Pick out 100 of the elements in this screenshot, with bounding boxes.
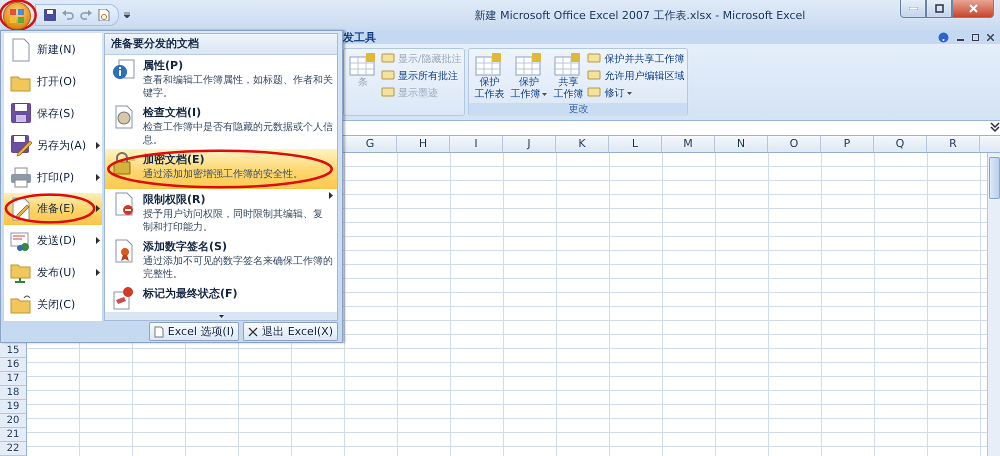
ribbon-button[interactable]: 允许用户编辑区域: [587, 68, 684, 84]
row-header[interactable]: 19: [0, 400, 26, 414]
help-icon[interactable]: [938, 32, 949, 42]
comment-icon: [381, 87, 395, 99]
minimize-icon: [908, 7, 918, 10]
footer-button[interactable]: 退出 Excel(X): [243, 322, 338, 341]
menu-item-label: 另存为(A): [37, 138, 86, 153]
floppy-pencil-icon: [10, 133, 32, 158]
menu-item-label: 准备(E): [37, 201, 75, 216]
item-description: 查看和编辑工作簿属性，如标题、作者和关键字。: [143, 74, 333, 100]
submenu-item[interactable]: 属性(P) 查看和编辑工作簿属性，如标题、作者和关键字。: [105, 55, 337, 102]
submenu-item[interactable]: 检查文档(I) 检查工作簿中是否有隐藏的元数据或个人信息。: [105, 102, 337, 149]
column-header[interactable]: P: [821, 136, 874, 152]
ribbon-tab[interactable]: 发工具: [343, 30, 376, 44]
menu-item-label: 打印(P): [37, 170, 74, 185]
row-header[interactable]: 22: [0, 442, 26, 456]
submenu-arrow-icon: [96, 174, 100, 181]
item-description: 检查工作簿中是否有隐藏的元数据或个人信息。: [143, 120, 333, 147]
item-description: 授予用户访问权限，同时限制其编辑、复制和打印能力。: [143, 208, 323, 234]
dropdown-arrow-icon: [627, 92, 632, 94]
ribbon-button[interactable]: 共享 工作簿: [551, 51, 586, 101]
sheet-lock-icon: [554, 51, 582, 77]
sheet-lock-icon: [349, 51, 377, 77]
dropdown-arrow-icon: [542, 92, 548, 96]
column-header[interactable]: R: [927, 136, 980, 152]
column-header[interactable]: L: [609, 136, 662, 152]
item-title: 属性(P): [143, 58, 184, 73]
column-header[interactable]: N: [715, 136, 768, 152]
panel-heading: 准备要分发的文档: [105, 34, 337, 55]
row-header[interactable]: 17: [0, 372, 26, 386]
column-header[interactable]: I: [450, 136, 503, 152]
save-icon[interactable]: [44, 9, 56, 21]
item-description: 通过添加加密增强工作簿的安全性。: [143, 168, 304, 181]
item-description: 通过添加不可见的数字签名来确保工作簿的完整性。: [143, 254, 333, 281]
expand-icon[interactable]: [990, 121, 1000, 133]
comment-icon: [587, 87, 602, 99]
restore-icon: [934, 4, 944, 13]
comment-icon: [381, 53, 395, 65]
customize-arrow-icon[interactable]: [124, 12, 130, 18]
item-title: 限制权限(R): [143, 192, 207, 207]
column-header[interactable]: K: [556, 136, 609, 152]
column-header[interactable]: Q: [874, 136, 927, 152]
submenu-item[interactable]: 标记为最终状态(F): [105, 282, 337, 312]
menu-item[interactable]: 发送(D): [4, 224, 102, 257]
column-header[interactable]: H: [397, 136, 450, 152]
column-header[interactable]: J: [503, 136, 556, 152]
minimize-button[interactable]: [900, 0, 926, 18]
menu-item[interactable]: 关闭(C): [4, 288, 102, 320]
options-page-icon: [154, 326, 164, 338]
menu-item[interactable]: 新建(N): [4, 34, 102, 66]
ribbon-button[interactable]: 显示所有批注: [381, 68, 462, 84]
print-preview-icon[interactable]: [98, 9, 110, 21]
scrollbar[interactable]: [987, 153, 1000, 456]
menu-item[interactable]: 准备(E): [4, 192, 102, 225]
footer-button[interactable]: Excel 选项(I): [148, 322, 240, 341]
menu-item[interactable]: 另存为(A): [4, 129, 102, 162]
info-page-icon: [111, 58, 137, 82]
row-header[interactable]: 18: [0, 386, 26, 400]
menu-item-label: 保存(S): [37, 106, 75, 121]
printer-icon: [10, 165, 32, 190]
menu-item[interactable]: 打印(P): [4, 161, 102, 193]
row-header[interactable]: 21: [0, 428, 26, 442]
row-header[interactable]: 15: [0, 344, 26, 358]
menu-item[interactable]: 打开(O): [4, 66, 102, 98]
close-icon[interactable]: [987, 34, 994, 40]
menu-item-label: 关闭(C): [37, 296, 76, 312]
ribbon-button[interactable]: 保护 工作簿: [508, 51, 550, 101]
down-arrow-icon: [218, 314, 224, 318]
menu-item-label: 发布(U): [37, 264, 76, 280]
sheet-lock-icon: [475, 51, 504, 77]
item-title: 添加数字签名(S): [143, 238, 228, 254]
restore-button[interactable]: [926, 0, 952, 18]
row-header[interactable]: 20: [0, 414, 26, 428]
sheet-lock-icon: [514, 51, 543, 77]
menu-item-label: 发送(D): [37, 233, 76, 248]
comment-icon: [381, 70, 395, 82]
menu-item-label: 新建(N): [37, 42, 76, 58]
close-button[interactable]: [952, 0, 994, 18]
row-header[interactable]: 16: [0, 358, 26, 372]
window-title: 新建 Microsoft Office Excel 2007 工作表.xlsx - Microsoft Excel: [474, 8, 806, 22]
restore-icon[interactable]: [972, 34, 979, 40]
column-header[interactable]: G: [344, 136, 397, 152]
undo-icon[interactable]: [62, 9, 74, 21]
menu-item[interactable]: 保存(S): [4, 98, 102, 130]
submenu-arrow-icon: [329, 192, 333, 199]
ribbon-button[interactable]: 修订: [587, 85, 684, 101]
comment-icon: [587, 53, 602, 65]
ribbon-button[interactable]: 保护 工作表: [472, 51, 506, 101]
item-title: 检查文档(I): [143, 104, 202, 120]
submenu-arrow-icon: [96, 237, 100, 244]
comment-icon: [587, 70, 602, 82]
redo-icon[interactable]: [80, 9, 92, 21]
column-header[interactable]: M: [662, 136, 715, 152]
column-header[interactable]: O: [768, 136, 821, 152]
submenu-item[interactable]: 添加数字签名(S) 通过添加不可见的数字签名来确保工作簿的完整性。: [105, 236, 337, 283]
group-label: 更改: [469, 103, 688, 116]
menu-item-label: 打开(O): [37, 74, 76, 90]
ribbon-button[interactable]: 保护并共享工作簿: [587, 51, 684, 67]
menu-item[interactable]: 发布(U): [4, 256, 102, 288]
submenu-item[interactable]: 限制权限(R) 授予用户访问权限，同时限制其编辑、复制和打印能力。: [105, 188, 337, 236]
